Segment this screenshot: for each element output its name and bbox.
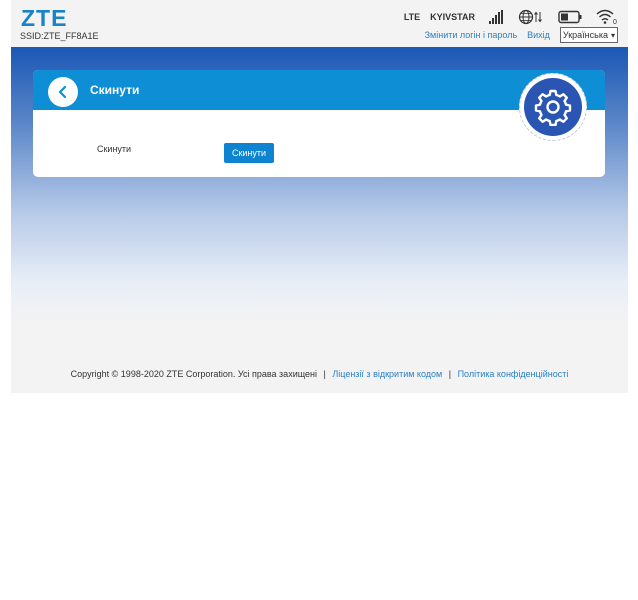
globe-data-icon [518,9,542,25]
top-header: ZTE SSID:ZTE_FF8A1E LTE KYIVSTAR 0 Зміни… [11,0,628,47]
gear-icon [534,89,572,126]
footer: Copyright © 1998-2020 ZTE Corporation. У… [11,369,628,379]
logout-link[interactable]: Вихід [527,30,550,40]
reset-panel: Скинути Скинути Скинути [33,70,605,177]
change-login-link[interactable]: Змінити логін і пароль [425,30,518,40]
router-app: ZTE SSID:ZTE_FF8A1E LTE KYIVSTAR 0 Зміни… [11,0,628,393]
language-selected: Українська [562,30,608,40]
gear-badge-circle [524,78,582,136]
status-bar: LTE KYIVSTAR 0 [394,9,618,25]
operator-name: KYIVSTAR [430,12,475,22]
footer-separator: | [323,369,326,379]
ssid-label: SSID:ZTE_FF8A1E [20,31,99,41]
open-source-licenses-link[interactable]: Ліцензії з відкритим кодом [332,369,442,379]
battery-icon [558,10,582,24]
language-select[interactable]: Українська ▾ [559,27,618,43]
wifi-clients-count: 0 [613,19,617,25]
back-button[interactable] [48,77,78,107]
footer-separator: | [448,369,452,379]
chevron-down-icon: ▾ [610,30,615,40]
privacy-policy-link[interactable]: Політика конфіденційності [458,369,569,379]
header-links: Змінити логін і пароль Вихід Українська … [415,27,618,43]
signal-icon [489,10,504,24]
zte-logo: ZTE [21,5,68,31]
settings-badge [519,73,587,141]
page-title: Скинути [90,83,140,97]
chevron-left-icon [58,85,67,99]
reset-row-label: Скинути [97,144,132,154]
reset-button[interactable]: Скинути [224,143,274,163]
network-type: LTE [403,12,421,22]
copyright-text: Copyright © 1998-2020 ZTE Corporation. У… [70,369,317,379]
wifi-icon: 0 [596,9,617,25]
